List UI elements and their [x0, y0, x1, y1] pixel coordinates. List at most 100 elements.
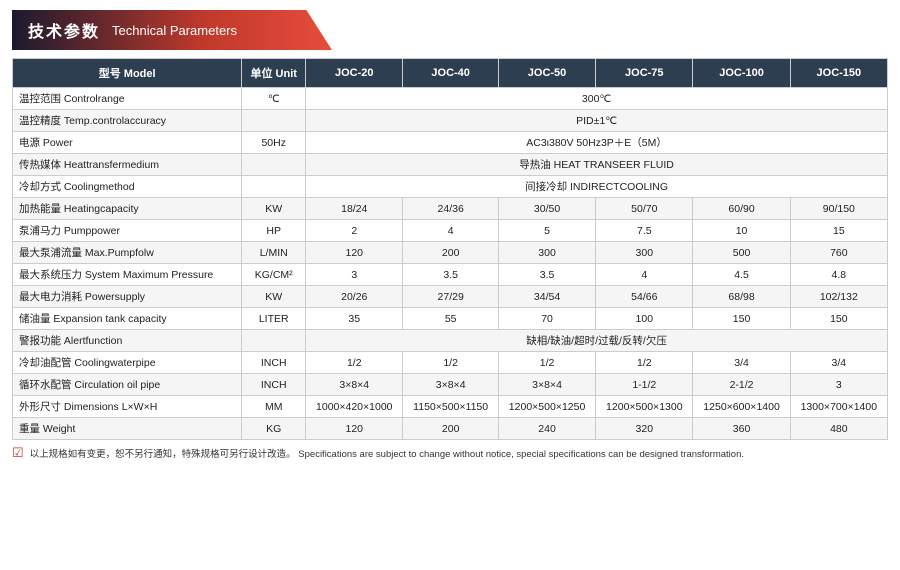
row-unit-13: INCH [242, 374, 306, 396]
row-unit-10: LITER [242, 308, 306, 330]
row-13-val-5: 3 [790, 374, 887, 396]
row-label-15: 重量 Weight [13, 418, 242, 440]
row-15-val-1: 200 [403, 418, 499, 440]
row-unit-5: KW [242, 198, 306, 220]
row-label-14: 外形尺寸 Dimensions L×W×H [13, 396, 242, 418]
row-9-val-2: 34/54 [498, 286, 595, 308]
row-14-val-4: 1250×600×1400 [693, 396, 790, 418]
row-unit-7: L/MIN [242, 242, 306, 264]
table-header-row: 型号 Model单位 UnitJOC-20JOC-40JOC-50JOC-75J… [13, 59, 888, 88]
row-13-val-2: 3×8×4 [498, 374, 595, 396]
row-6-val-4: 10 [693, 220, 790, 242]
table-row: 冷却方式 Coolingmethod 间接冷却 INDIRECTCOOLING [13, 176, 888, 198]
row-label-3: 传热媒体 Heattransfermedium [13, 154, 242, 176]
table-row: 外形尺寸 Dimensions L×W×HMM1000×420×10001150… [13, 396, 888, 418]
row-5-val-4: 60/90 [693, 198, 790, 220]
table-row: 冷却油配管 CoolingwaterpipeINCH1/21/21/21/23/… [13, 352, 888, 374]
row-unit-0: ℃ [242, 88, 306, 110]
table-row: 循环水配管 Circulation oil pipeINCH3×8×43×8×4… [13, 374, 888, 396]
col-header-0: 型号 Model [13, 59, 242, 88]
row-14-val-1: 1150×500×1150 [403, 396, 499, 418]
col-header-3: JOC-40 [403, 59, 499, 88]
row-label-2: 电源 Power [13, 132, 242, 154]
row-label-12: 冷却油配管 Coolingwaterpipe [13, 352, 242, 374]
row-5-val-1: 24/36 [403, 198, 499, 220]
row-unit-3 [242, 154, 306, 176]
row-unit-6: HP [242, 220, 306, 242]
row-9-val-0: 20/26 [306, 286, 403, 308]
row-15-val-0: 120 [306, 418, 403, 440]
row-unit-8: KG/CM² [242, 264, 306, 286]
row-label-6: 泵浦马力 Pumppower [13, 220, 242, 242]
row-label-13: 循环水配管 Circulation oil pipe [13, 374, 242, 396]
row-14-val-5: 1300×700×1400 [790, 396, 887, 418]
header-zh: 技术参数 [28, 18, 100, 42]
row-label-0: 温控范围 Controlrange [13, 88, 242, 110]
row-label-8: 最大系统压力 System Maximum Pressure [13, 264, 242, 286]
row-span-value-1: PID±1℃ [306, 110, 888, 132]
row-10-val-0: 35 [306, 308, 403, 330]
row-13-val-0: 3×8×4 [306, 374, 403, 396]
table-wrapper: 型号 Model单位 UnitJOC-20JOC-40JOC-50JOC-75J… [12, 58, 888, 440]
row-5-val-0: 18/24 [306, 198, 403, 220]
row-5-val-3: 50/70 [596, 198, 693, 220]
row-unit-11 [242, 330, 306, 352]
row-label-4: 冷却方式 Coolingmethod [13, 176, 242, 198]
row-10-val-1: 55 [403, 308, 499, 330]
row-9-val-3: 54/66 [596, 286, 693, 308]
row-span-value-3: 导热油 HEAT TRANSEER FLUID [306, 154, 888, 176]
col-header-6: JOC-100 [693, 59, 790, 88]
table-row: 重量 WeightKG120200240320360480 [13, 418, 888, 440]
row-8-val-2: 3.5 [498, 264, 595, 286]
row-6-val-0: 2 [306, 220, 403, 242]
row-10-val-4: 150 [693, 308, 790, 330]
row-span-value-4: 间接冷却 INDIRECTCOOLING [306, 176, 888, 198]
row-6-val-1: 4 [403, 220, 499, 242]
row-12-val-1: 1/2 [403, 352, 499, 374]
col-header-4: JOC-50 [498, 59, 595, 88]
row-15-val-2: 240 [498, 418, 595, 440]
row-label-11: 警报功能 Alertfunction [13, 330, 242, 352]
row-8-val-3: 4 [596, 264, 693, 286]
row-7-val-3: 300 [596, 242, 693, 264]
row-8-val-5: 4.8 [790, 264, 887, 286]
row-9-val-1: 27/29 [403, 286, 499, 308]
row-12-val-5: 3/4 [790, 352, 887, 374]
row-unit-14: MM [242, 396, 306, 418]
table-row: 警报功能 Alertfunction 缺相/缺油/超时/过载/反转/欠压 [13, 330, 888, 352]
header-en: Technical Parameters [112, 23, 237, 38]
row-10-val-5: 150 [790, 308, 887, 330]
table-row: 储油量 Expansion tank capacityLITER35557010… [13, 308, 888, 330]
table-row: 温控精度 Temp.controlaccuracy PID±1℃ [13, 110, 888, 132]
row-label-9: 最大电力消耗 Powersupply [13, 286, 242, 308]
check-icon: ☑ [12, 445, 24, 461]
row-8-val-0: 3 [306, 264, 403, 286]
row-label-10: 储油量 Expansion tank capacity [13, 308, 242, 330]
col-header-2: JOC-20 [306, 59, 403, 88]
table-row: 最大泵浦流量 Max.PumpfolwL/MIN1202003003005007… [13, 242, 888, 264]
row-label-7: 最大泵浦流量 Max.Pumpfolw [13, 242, 242, 264]
row-15-val-5: 480 [790, 418, 887, 440]
row-span-value-11: 缺相/缺油/超时/过载/反转/欠压 [306, 330, 888, 352]
row-7-val-5: 760 [790, 242, 887, 264]
row-14-val-3: 1200×500×1300 [596, 396, 693, 418]
table-row: 温控范围 Controlrange℃300℃ [13, 88, 888, 110]
table-body: 温控范围 Controlrange℃300℃温控精度 Temp.controla… [13, 88, 888, 440]
col-header-5: JOC-75 [596, 59, 693, 88]
row-10-val-3: 100 [596, 308, 693, 330]
row-14-val-2: 1200×500×1250 [498, 396, 595, 418]
col-header-1: 单位 Unit [242, 59, 306, 88]
row-unit-12: INCH [242, 352, 306, 374]
row-unit-15: KG [242, 418, 306, 440]
row-13-val-3: 1-1/2 [596, 374, 693, 396]
specs-table: 型号 Model单位 UnitJOC-20JOC-40JOC-50JOC-75J… [12, 58, 888, 440]
row-9-val-5: 102/132 [790, 286, 887, 308]
row-7-val-1: 200 [403, 242, 499, 264]
row-5-val-2: 30/50 [498, 198, 595, 220]
row-label-1: 温控精度 Temp.controlaccuracy [13, 110, 242, 132]
row-13-val-1: 3×8×4 [403, 374, 499, 396]
row-13-val-4: 2-1/2 [693, 374, 790, 396]
row-12-val-4: 3/4 [693, 352, 790, 374]
col-header-7: JOC-150 [790, 59, 887, 88]
table-row: 最大电力消耗 PowersupplyKW20/2627/2934/5454/66… [13, 286, 888, 308]
